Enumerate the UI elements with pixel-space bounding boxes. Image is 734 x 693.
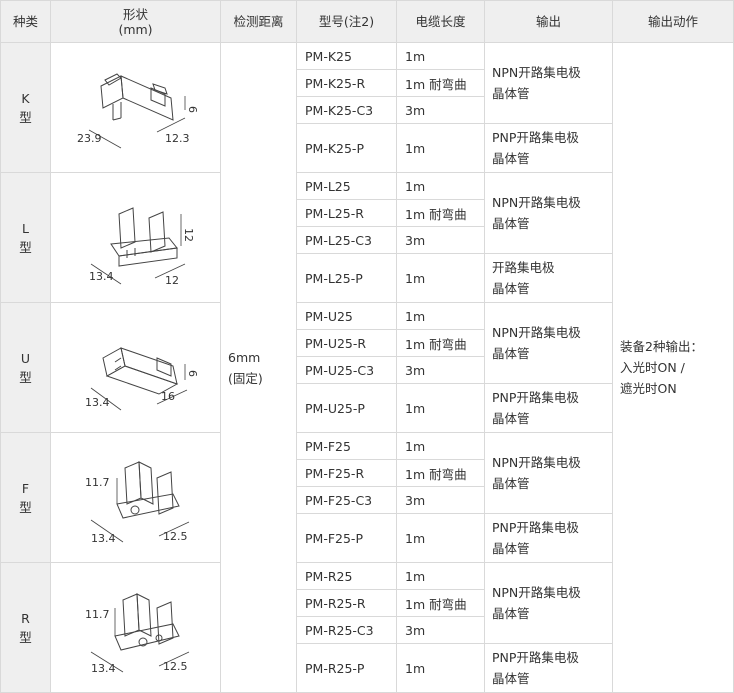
dim-label: 13.4 xyxy=(91,662,116,675)
shape-drawing-u: 13.4 16 6 xyxy=(50,302,221,433)
distance-cell: 6mm (固定) xyxy=(220,42,297,693)
cable-cell: 1m xyxy=(396,42,485,70)
cable-cell: 3m xyxy=(396,96,485,124)
header-action: 输出动作 xyxy=(612,0,734,43)
output-cell: PNP开路集电极 晶体管 xyxy=(484,123,613,173)
model-cell: PM-F25-C3 xyxy=(296,486,397,514)
action-cell: 装备2种输出： 入光时ON / 遮光时ON xyxy=(612,42,734,693)
dim-label: 6 xyxy=(186,370,199,377)
sensor-f-drawing: 11.7 13.4 12.5 xyxy=(85,460,189,545)
type-cell-k: K型 xyxy=(0,42,51,173)
model-cell: PM-F25-P xyxy=(296,513,397,563)
cable-cell: 1m xyxy=(396,172,485,200)
dim-label: 13.4 xyxy=(91,532,116,545)
shape-drawing-k: 23.9 12.3 6 xyxy=(50,42,221,173)
sensor-r-drawing: 11.7 13.4 12.5 xyxy=(85,592,189,675)
shape-drawing-f: 11.7 13.4 12.5 xyxy=(50,432,221,563)
header-shape: 形状 (mm) xyxy=(50,0,221,43)
dim-label: 13.4 xyxy=(85,396,110,409)
dim-label: 13.4 xyxy=(89,270,114,283)
dim-label: 11.7 xyxy=(85,476,110,489)
output-cell: PNP开路集电极 晶体管 xyxy=(484,643,613,693)
dim-label: 12 xyxy=(165,274,179,287)
sensor-l-drawing: 13.4 12 12 xyxy=(89,206,195,287)
cable-cell: 1m 耐弯曲 xyxy=(396,199,485,227)
cable-cell: 3m xyxy=(396,226,485,254)
model-cell: PM-K25-R xyxy=(296,69,397,97)
model-cell: PM-U25-P xyxy=(296,383,397,433)
header-type: 种类 xyxy=(0,0,51,43)
cable-cell: 3m xyxy=(396,356,485,384)
model-cell: PM-L25 xyxy=(296,172,397,200)
table-row: K型 23.9 12.3 6 6mm (固定) PM-K25 1m NPN开路集… xyxy=(0,42,734,693)
dim-label: 12.5 xyxy=(163,530,188,543)
model-cell: PM-K25-P xyxy=(296,123,397,173)
model-cell: PM-U25-C3 xyxy=(296,356,397,384)
model-cell: PM-L25-P xyxy=(296,253,397,303)
cable-cell: 1m 耐弯曲 xyxy=(396,589,485,617)
cable-cell: 1m xyxy=(396,253,485,303)
cable-cell: 3m xyxy=(396,616,485,644)
model-cell: PM-K25-C3 xyxy=(296,96,397,124)
output-cell: PNP开路集电极 晶体管 xyxy=(484,513,613,563)
sensor-k-drawing: 23.9 12.3 6 xyxy=(77,72,199,148)
dim-label: 16 xyxy=(161,390,175,403)
output-cell: NPN开路集电极 晶体管 xyxy=(484,42,613,124)
shape-drawing-r: 11.7 13.4 12.5 xyxy=(50,562,221,693)
model-cell: PM-F25 xyxy=(296,432,397,460)
cable-cell: 1m xyxy=(396,432,485,460)
cable-cell: 1m xyxy=(396,123,485,173)
model-cell: PM-K25 xyxy=(296,42,397,70)
model-cell: PM-U25 xyxy=(296,302,397,330)
cable-cell: 1m xyxy=(396,383,485,433)
type-cell-f: F型 xyxy=(0,432,51,563)
type-cell-u: U型 xyxy=(0,302,51,433)
sensor-spec-table: 种类 形状 (mm) 检测距离 型号(注2) 电缆长度 输出 输出动作 K型 2… xyxy=(0,0,734,693)
cable-cell: 3m xyxy=(396,486,485,514)
output-cell: PNP开路集电极 晶体管 xyxy=(484,383,613,433)
sensor-u-drawing: 13.4 16 6 xyxy=(85,346,199,410)
header-distance: 检测距离 xyxy=(220,0,297,43)
shape-drawing-l: 13.4 12 12 xyxy=(50,172,221,303)
output-cell: NPN开路集电极 晶体管 xyxy=(484,172,613,254)
cable-cell: 1m xyxy=(396,513,485,563)
header-model: 型号(注2) xyxy=(296,0,397,43)
dim-label: 12.5 xyxy=(163,660,188,673)
dim-label: 6 xyxy=(186,106,199,113)
model-cell: PM-F25-R xyxy=(296,459,397,487)
cable-cell: 1m xyxy=(396,643,485,693)
output-cell: NPN开路集电极 晶体管 xyxy=(484,562,613,644)
model-cell: PM-L25-R xyxy=(296,199,397,227)
cable-cell: 1m xyxy=(396,302,485,330)
cable-cell: 1m 耐弯曲 xyxy=(396,459,485,487)
header-row: 种类 形状 (mm) 检测距离 型号(注2) 电缆长度 输出 输出动作 xyxy=(0,0,734,43)
type-cell-r: R型 xyxy=(0,562,51,693)
dim-label: 12 xyxy=(182,228,195,242)
model-cell: PM-U25-R xyxy=(296,329,397,357)
header-cable: 电缆长度 xyxy=(396,0,485,43)
dim-label: 23.9 xyxy=(77,132,102,145)
dim-label: 12.3 xyxy=(165,132,190,145)
cable-cell: 1m 耐弯曲 xyxy=(396,329,485,357)
output-cell: 开路集电极 晶体管 xyxy=(484,253,613,303)
model-cell: PM-L25-C3 xyxy=(296,226,397,254)
output-cell: NPN开路集电极 晶体管 xyxy=(484,432,613,514)
header-output: 输出 xyxy=(484,0,613,43)
type-cell-l: L型 xyxy=(0,172,51,303)
model-cell: PM-R25-P xyxy=(296,643,397,693)
cable-cell: 1m xyxy=(396,562,485,590)
model-cell: PM-R25-C3 xyxy=(296,616,397,644)
model-cell: PM-R25-R xyxy=(296,589,397,617)
output-cell: NPN开路集电极 晶体管 xyxy=(484,302,613,384)
cable-cell: 1m 耐弯曲 xyxy=(396,69,485,97)
dim-label: 11.7 xyxy=(85,608,110,621)
model-cell: PM-R25 xyxy=(296,562,397,590)
